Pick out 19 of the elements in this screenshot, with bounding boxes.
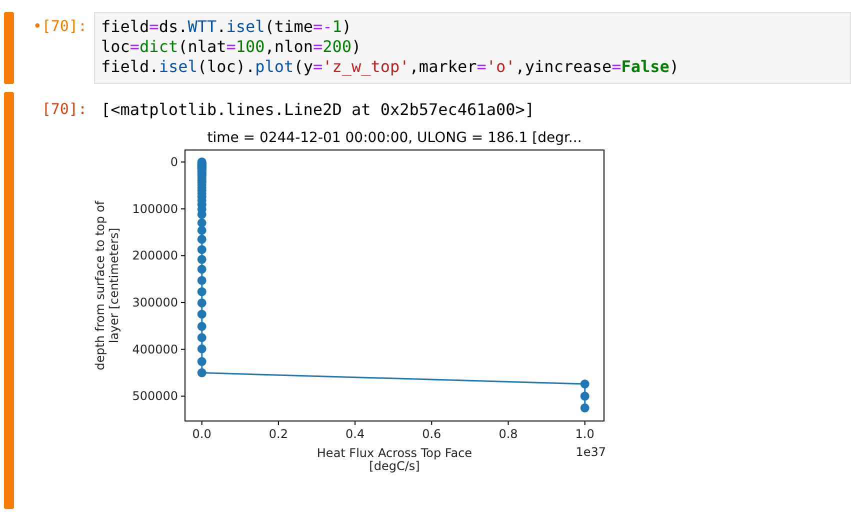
tick-label: 100000 — [132, 202, 178, 216]
tick-label: 500000 — [132, 389, 178, 404]
output-prompt: [70]: — [40, 99, 88, 120]
tick-label: 0.0 — [192, 427, 212, 441]
tick-label: 200000 — [132, 248, 178, 263]
output-text: [<matplotlib.lines.Line2D at 0x2b57ec461a00>] — [100, 99, 536, 121]
y-axis-label: depth from surface to top of layer [centimeters] — [93, 200, 121, 370]
tick-label: 0 — [170, 155, 178, 169]
tick-label: 0.6 — [422, 427, 442, 441]
chart-title: time = 0244-12-01 00:00:00, ULONG = 186.1 [degr... — [207, 130, 582, 146]
tick-label: 0.2 — [268, 427, 288, 441]
tick-label: 300000 — [132, 296, 178, 310]
tick-label: 400000 — [132, 342, 178, 356]
input-prompt: •[70]: — [32, 16, 88, 37]
tick-label: 1.0 — [575, 427, 594, 441]
x-axis-label: Heat Flux Across Top Face [degC/s] — [316, 446, 472, 473]
tick-label: 0.4 — [346, 427, 365, 441]
axis-offset-label: 1e37 — [576, 445, 606, 459]
tick-label: 0.8 — [498, 427, 518, 441]
